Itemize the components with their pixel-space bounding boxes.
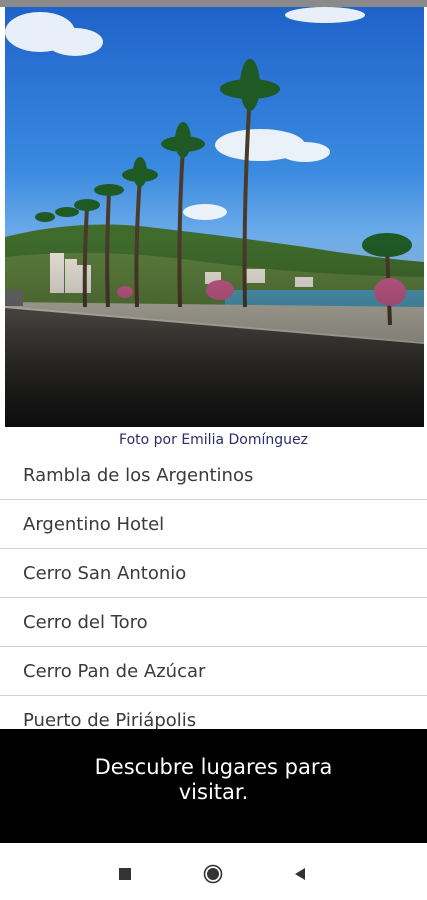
list-item[interactable]: Puerto de Piriápolis <box>0 696 427 730</box>
back-triangle-icon <box>295 868 305 880</box>
list-item[interactable]: Cerro Pan de Azúcar <box>0 647 427 696</box>
back-button[interactable] <box>287 861 313 887</box>
places-list: Rambla de los Argentinos Argentino Hotel… <box>0 451 427 729</box>
list-item[interactable]: Rambla de los Argentinos <box>0 451 427 500</box>
list-item[interactable]: Argentino Hotel <box>0 500 427 549</box>
square-icon <box>119 868 131 880</box>
system-nav-bar <box>0 843 427 900</box>
list-item[interactable]: Cerro San Antonio <box>0 549 427 598</box>
discover-banner: Descubre lugares para visitar. <box>0 729 427 843</box>
circle-icon <box>203 864 223 884</box>
hero-photo <box>5 7 424 427</box>
app-screen: Foto por Emilia Domínguez Rambla de los … <box>0 0 427 900</box>
home-button[interactable] <box>200 861 226 887</box>
status-bar <box>0 0 427 7</box>
recents-button[interactable] <box>112 861 138 887</box>
photo-credit: Foto por Emilia Domínguez <box>119 432 308 448</box>
list-item[interactable]: Cerro del Toro <box>0 598 427 647</box>
banner-text: Descubre lugares para visitar. <box>94 755 333 804</box>
